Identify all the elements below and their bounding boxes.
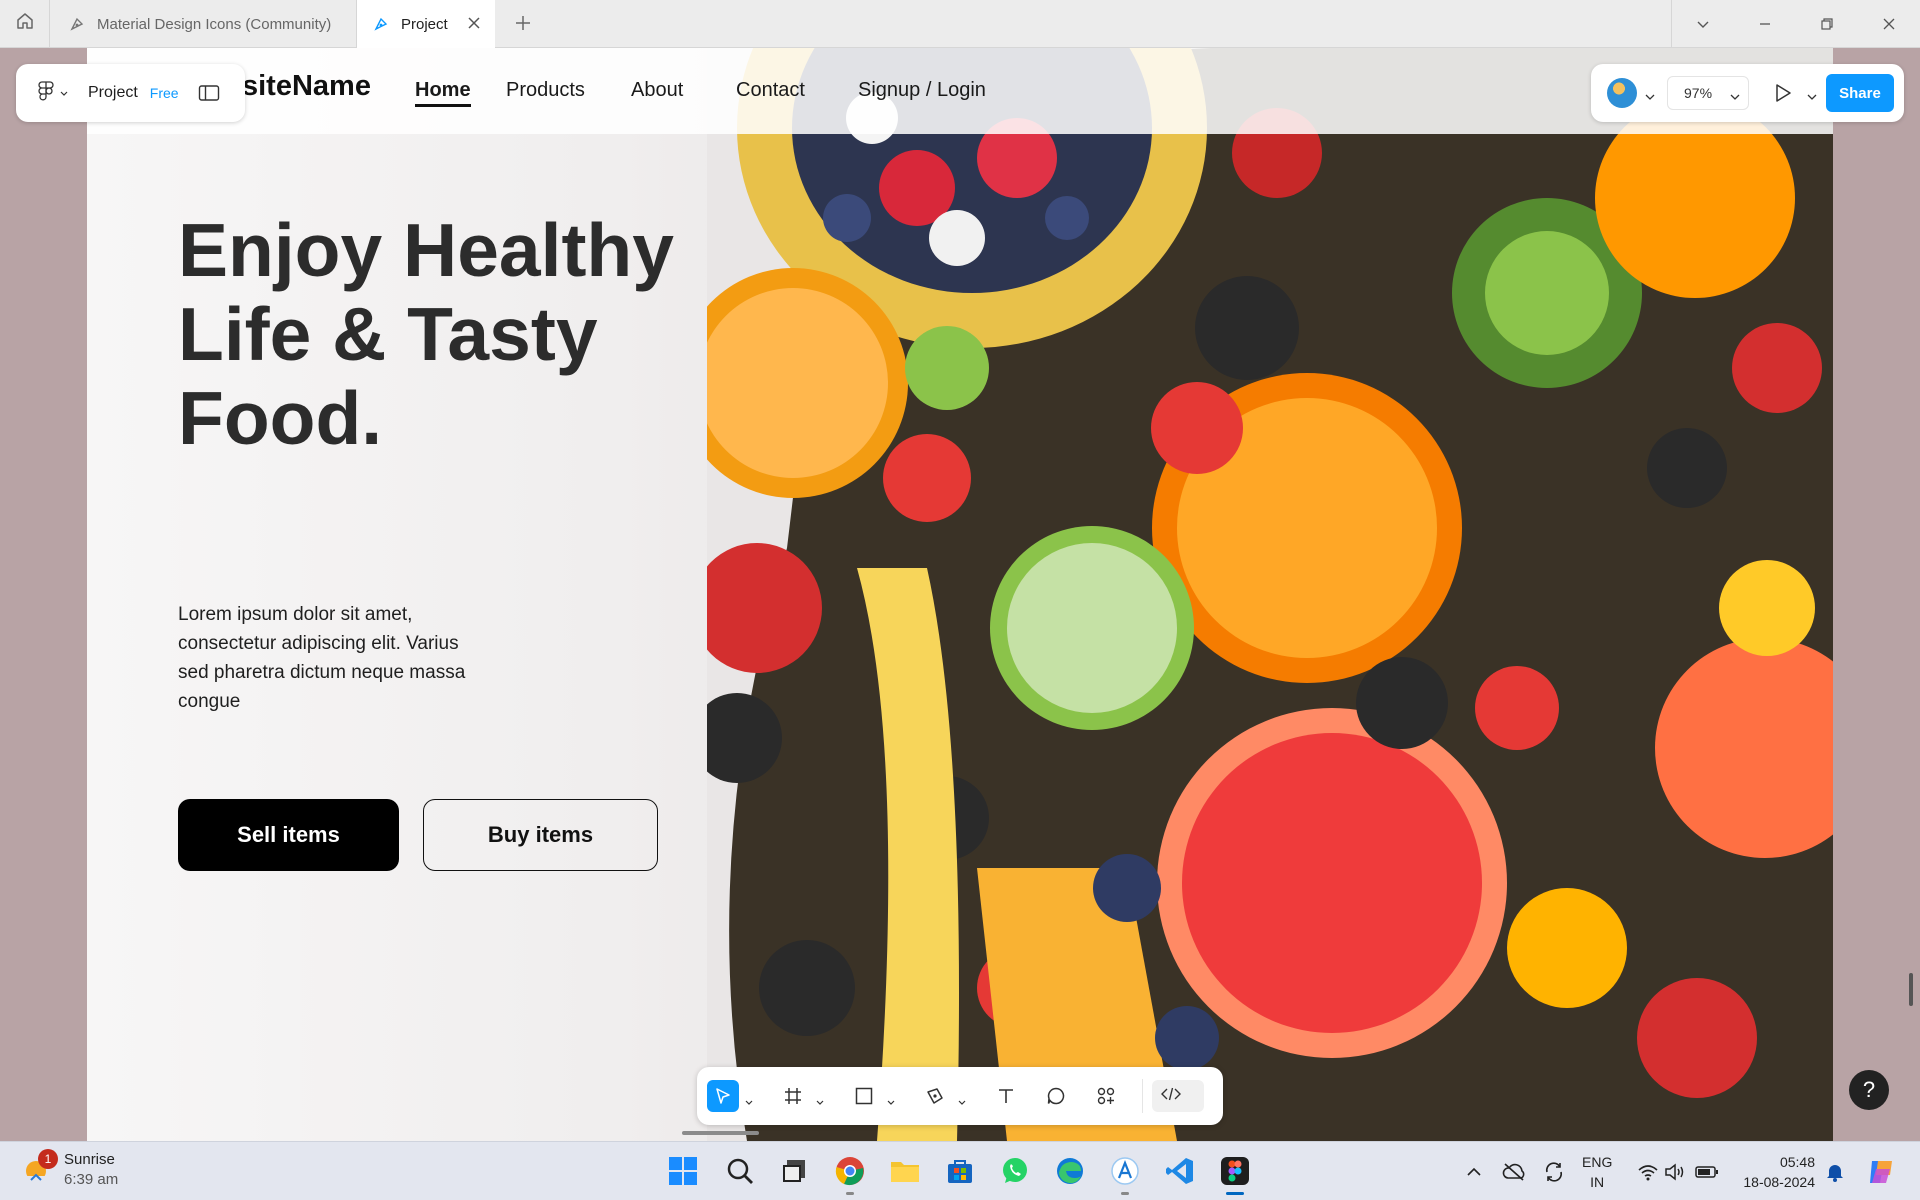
home-icon [16,12,34,35]
text-tool-icon[interactable] [990,1080,1022,1112]
whatsapp-icon[interactable] [997,1153,1033,1189]
running-indicator [1121,1192,1129,1195]
volume-icon[interactable] [1663,1142,1687,1200]
weather-title: Sunrise [64,1151,115,1168]
zoom-level: 97% [1684,85,1713,101]
figma-top-right-panel: 97% Share [1591,64,1904,122]
chevron-down-icon [60,84,68,102]
zoom-dropdown[interactable]: 97% [1667,76,1749,110]
avatar[interactable] [1607,78,1637,108]
nav-home[interactable]: Home [415,79,471,107]
figma-logo-icon [38,80,54,106]
chevron-down-icon [1730,88,1740,104]
restore-icon[interactable] [1796,0,1858,47]
clock-date: 18-08-2024 [1743,1174,1815,1190]
figma-file-icon [373,16,389,32]
browser-tab-bar: Material Design Icons (Community) Projec… [0,0,1920,48]
clock-time: 05:48 [1779,1154,1815,1170]
chevron-down-icon[interactable] [958,1093,966,1111]
code-icon [1160,1086,1182,1107]
hero-description: Lorem ipsum dolor sit amet, consectetur … [178,604,466,712]
wifi-icon[interactable] [1636,1142,1660,1200]
dev-mode-toggle[interactable] [1152,1080,1204,1112]
sell-items-button[interactable]: Sell items [178,799,399,871]
site-navbar: siteName Home Products About Contact Sig… [87,48,1833,134]
chevron-down-icon[interactable] [1645,88,1655,106]
windows-taskbar: 1 Sunrise 6:39 am ENG IN 05:48 18-08-202… [0,1141,1920,1200]
windows-start-icon[interactable] [665,1153,701,1189]
region-code: IN [1590,1174,1605,1190]
sync-icon[interactable] [1540,1142,1568,1200]
chrome-icon[interactable] [832,1153,868,1195]
file-explorer-icon[interactable] [887,1153,923,1189]
app-icon-a[interactable] [1107,1153,1143,1195]
tab-label: Project [401,15,448,33]
notification-bell-icon[interactable] [1822,1142,1848,1200]
design-frame[interactable]: siteName Home Products About Contact Sig… [87,48,1833,1141]
chevron-down-icon[interactable] [1672,0,1734,47]
language-code: ENG [1582,1154,1613,1170]
vertical-scrollbar[interactable] [1909,973,1913,1006]
toolbar-divider [1142,1079,1143,1113]
resources-tool-icon[interactable] [1090,1080,1122,1112]
nav-contact[interactable]: Contact [736,79,805,102]
figma-file-icon [69,16,85,32]
weather-time: 6:39 am [64,1171,119,1188]
main-menu-button[interactable] [38,80,68,106]
buy-items-button[interactable]: Buy items [423,799,658,871]
minimize-icon[interactable] [1734,0,1796,47]
language-indicator[interactable]: ENG IN [1582,1152,1612,1192]
window-controls [1671,0,1920,47]
battery-icon[interactable] [1694,1142,1720,1200]
cloud-offline-icon[interactable] [1500,1142,1528,1200]
pen-tool-icon[interactable] [919,1080,951,1112]
figma-file-panel: Project Free [16,64,245,122]
frame-tool-icon[interactable] [777,1080,809,1112]
chevron-down-icon[interactable] [887,1093,895,1111]
project-name[interactable]: Project [88,84,138,102]
vscode-icon[interactable] [1162,1153,1198,1189]
present-play-icon[interactable] [1773,82,1793,109]
share-button[interactable]: Share [1826,74,1894,112]
nav-products[interactable]: Products [506,79,585,102]
chevron-down-icon[interactable] [816,1093,824,1111]
figma-toolbar [697,1067,1223,1125]
figma-app-icon[interactable] [1217,1153,1253,1195]
weather-widget[interactable]: 1 Sunrise 6:39 am [22,1149,119,1190]
close-window-icon[interactable] [1858,0,1920,47]
tab-label: Material Design Icons (Community) [97,15,332,33]
horizontal-scrollbar[interactable] [682,1131,759,1135]
copilot-icon[interactable] [1862,1142,1900,1200]
chevron-up-icon[interactable] [1462,1142,1486,1200]
site-logo[interactable]: siteName [242,70,371,103]
microsoft-store-icon[interactable] [942,1153,978,1189]
fruit-platter-image [707,48,1833,1141]
sunrise-icon: 1 [22,1149,58,1184]
plan-badge: Free [149,85,179,101]
sidebar-toggle-icon[interactable] [198,84,220,102]
home-button[interactable] [0,0,50,47]
nav-signup-login[interactable]: Signup / Login [858,79,986,102]
running-indicator [846,1192,854,1195]
edge-icon[interactable] [1052,1153,1088,1189]
comment-tool-icon[interactable] [1040,1080,1072,1112]
new-tab-icon[interactable] [512,12,534,39]
rectangle-tool-icon[interactable] [848,1080,880,1112]
move-tool-icon[interactable] [707,1080,739,1112]
notification-badge: 1 [38,1149,58,1169]
close-tab-icon[interactable] [465,14,483,36]
help-button[interactable]: ? [1849,1070,1889,1110]
active-indicator [1226,1192,1244,1195]
task-view-icon[interactable] [776,1153,812,1189]
hero-title: Enjoy Healthy Life & Tasty Food. [178,208,674,460]
tab-material-design-icons[interactable]: Material Design Icons (Community) [51,0,357,48]
chevron-down-icon[interactable] [1807,88,1817,106]
system-clock[interactable]: 05:48 18-08-2024 [1728,1152,1815,1192]
nav-about[interactable]: About [631,79,683,102]
chevron-down-icon[interactable] [745,1093,753,1111]
search-icon[interactable] [722,1153,758,1189]
tab-project[interactable]: Project [357,0,495,48]
